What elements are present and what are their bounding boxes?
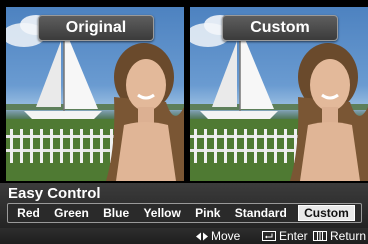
enter-icon [262, 231, 276, 241]
help-return: Return [313, 229, 366, 243]
option-pink[interactable]: Pink [192, 205, 223, 221]
custom-preview: Custom [190, 7, 368, 181]
return-icon [313, 231, 327, 241]
option-custom[interactable]: Custom [298, 205, 355, 221]
easy-control-title: Easy Control [8, 185, 101, 202]
help-enter-label: Enter [279, 229, 308, 243]
left-right-arrows-icon [196, 232, 208, 240]
original-preview: Original [6, 7, 184, 181]
help-move-label: Move [211, 229, 241, 243]
easy-control-panel: Easy Control Red Green Blue Yellow Pink … [0, 183, 368, 228]
help-enter: Enter [262, 229, 308, 243]
navigation-help-bar: Move Enter Return [0, 228, 368, 244]
original-title: Original [38, 15, 154, 41]
color-option-row: Red Green Blue Yellow Pink Standard Cust… [7, 203, 362, 223]
option-green[interactable]: Green [51, 205, 92, 221]
option-red[interactable]: Red [14, 205, 43, 221]
help-return-label: Return [330, 229, 367, 243]
custom-title: Custom [222, 15, 338, 41]
option-blue[interactable]: Blue [100, 205, 132, 221]
option-yellow[interactable]: Yellow [140, 205, 183, 221]
help-move: Move [196, 229, 240, 243]
easy-control-screen: Original Custom Easy Control Red Green B… [0, 0, 368, 244]
option-standard[interactable]: Standard [232, 205, 290, 221]
